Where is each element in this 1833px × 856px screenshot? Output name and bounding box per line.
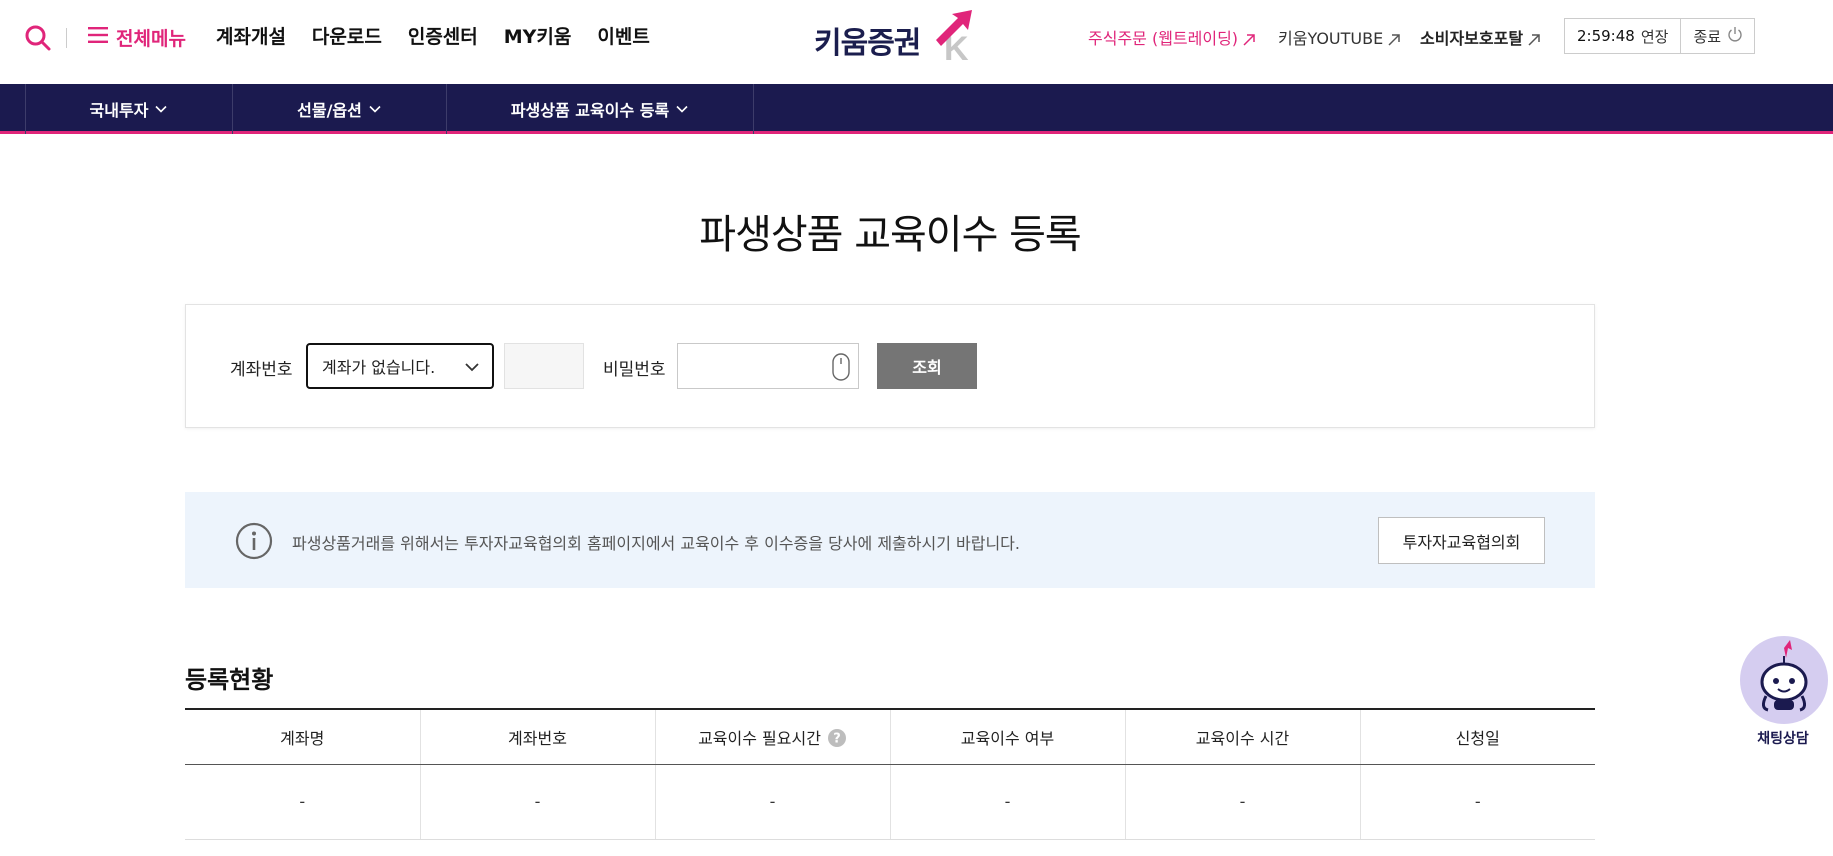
session-timer: 2:59:48 연장 종료 xyxy=(1564,18,1755,54)
kiwoom-youtube-link[interactable]: 키움YOUTUBE xyxy=(1278,20,1400,54)
logout-button[interactable]: 종료 xyxy=(1681,26,1743,47)
mouse-keypad-icon[interactable] xyxy=(832,353,850,381)
chevron-down-icon xyxy=(369,105,381,113)
global-nav: 계좌개설 다운로드 인증센터 MY키움 이벤트 xyxy=(216,22,650,52)
investor-education-council-button[interactable]: 투자자교육협의회 xyxy=(1378,517,1545,564)
all-menu-button[interactable]: 전체메뉴 xyxy=(88,22,186,52)
col-completion-status: 교육이수 여부 xyxy=(889,708,1125,765)
nav-futures-options[interactable]: 선물/옵션 xyxy=(232,84,446,134)
gnb-my-kiwoom[interactable]: MY키움 xyxy=(504,22,572,52)
nav-futures-options-label: 선물/옵션 xyxy=(297,101,362,120)
help-icon[interactable]: ? xyxy=(827,728,847,748)
nav-derivatives-education[interactable]: 파생상품 교육이수 등록 xyxy=(446,84,753,134)
gnb-account-open[interactable]: 계좌개설 xyxy=(216,22,286,52)
web-trading-label: 주식주문 (웹트레이딩) xyxy=(1088,29,1239,48)
cell-account-name: - xyxy=(185,764,420,840)
col-account-number: 계좌번호 xyxy=(419,708,655,765)
account-number-label: 계좌번호 xyxy=(230,360,293,380)
kiwoom-logo[interactable]: 키움증권 K xyxy=(814,8,974,64)
logout-label: 종료 xyxy=(1693,27,1722,46)
hamburger-icon xyxy=(88,26,108,49)
external-link-icon xyxy=(1528,31,1540,46)
info-banner: 파생상품거래를 위해서는 투자자교육협의회 홈페이지에서 교육이수 후 이수증을… xyxy=(185,492,1595,588)
session-time: 2:59:48 xyxy=(1577,27,1635,45)
account-select[interactable]: 계좌가 없습니다. xyxy=(306,343,494,389)
top-header: 전체메뉴 계좌개설 다운로드 인증센터 MY키움 이벤트 키움증권 K 주식주문… xyxy=(0,0,1833,84)
col-required-hours: 교육이수 필요시간? xyxy=(654,708,890,765)
consumer-protection-label: 소비자보호포탈 xyxy=(1420,29,1524,48)
header-divider xyxy=(66,28,67,48)
logo-text: 키움증권 xyxy=(814,26,921,61)
col-completion-status-label: 교육이수 여부 xyxy=(960,728,1055,748)
registration-status-title: 등록현황 xyxy=(185,666,274,694)
chatbot-avatar-icon xyxy=(1740,636,1828,724)
account-search-panel: 계좌번호 계좌가 없습니다. 비밀번호 조회 xyxy=(185,304,1595,428)
table-header-row: 계좌명 계좌번호 교육이수 필요시간? 교육이수 여부 교육이수 시간 신청일 xyxy=(185,708,1595,765)
password-input[interactable] xyxy=(677,343,859,389)
gnb-certificate-center[interactable]: 인증센터 xyxy=(408,22,478,52)
col-required-hours-label: 교육이수 필요시간 xyxy=(698,728,821,748)
col-completion-hours-label: 교육이수 시간 xyxy=(1195,728,1290,748)
registration-table: 계좌명 계좌번호 교육이수 필요시간? 교육이수 여부 교육이수 시간 신청일 … xyxy=(185,708,1595,840)
chevron-down-icon xyxy=(676,105,688,113)
info-message: 파생상품거래를 위해서는 투자자교육협의회 홈페이지에서 교육이수 후 이수증을… xyxy=(292,534,1020,553)
logo-arrow-icon: K xyxy=(936,10,972,62)
col-completion-hours: 교육이수 시간 xyxy=(1124,708,1360,765)
account-select-value: 계좌가 없습니다. xyxy=(322,358,436,377)
kiwoom-youtube-label: 키움YOUTUBE xyxy=(1278,29,1384,48)
nav-domestic-invest-label: 국내투자 xyxy=(89,101,149,120)
chat-consult-label: 채팅상담 xyxy=(1757,731,1809,747)
gnb-download[interactable]: 다운로드 xyxy=(312,22,382,52)
password-label: 비밀번호 xyxy=(603,360,666,380)
account-sub-number-field xyxy=(504,343,584,389)
gnb-event[interactable]: 이벤트 xyxy=(597,22,649,52)
table-row: - - - - - - xyxy=(185,764,1595,840)
chat-consult-button[interactable]: 채팅상담 xyxy=(1738,636,1828,752)
query-button[interactable]: 조회 xyxy=(877,343,977,389)
consumer-protection-link[interactable]: 소비자보호포탈 xyxy=(1420,20,1540,54)
cell-required-hours: - xyxy=(654,764,890,840)
cell-apply-date: - xyxy=(1359,764,1595,840)
nav-derivatives-education-label: 파생상품 교육이수 등록 xyxy=(510,101,670,120)
info-icon xyxy=(235,522,273,560)
cell-completion-hours: - xyxy=(1124,764,1360,840)
col-apply-date: 신청일 xyxy=(1359,708,1595,765)
col-account-name-label: 계좌명 xyxy=(280,728,325,748)
web-trading-link[interactable]: 주식주문 (웹트레이딩) xyxy=(1088,20,1255,54)
chevron-down-icon xyxy=(155,105,168,113)
svg-text:?: ? xyxy=(833,731,841,746)
search-icon[interactable] xyxy=(24,24,52,52)
all-menu-label: 전체메뉴 xyxy=(116,27,186,50)
cell-account-number: - xyxy=(419,764,655,840)
external-link-icon xyxy=(1388,31,1400,46)
col-account-name: 계좌명 xyxy=(185,708,420,765)
external-link-icon xyxy=(1243,31,1255,46)
nav-divider xyxy=(753,84,754,134)
nav-domestic-invest[interactable]: 국내투자 xyxy=(25,84,232,134)
power-icon xyxy=(1727,26,1743,46)
col-apply-date-label: 신청일 xyxy=(1455,728,1500,748)
sub-nav-bar: 국내투자 선물/옵션 파생상품 교육이수 등록 xyxy=(0,84,1833,134)
cell-completion-status: - xyxy=(889,764,1125,840)
col-account-number-label: 계좌번호 xyxy=(508,728,567,748)
chevron-down-icon xyxy=(465,363,479,372)
extend-session-button[interactable]: 연장 xyxy=(1635,26,1681,47)
page-title: 파생상품 교육이수 등록 xyxy=(699,212,1081,258)
